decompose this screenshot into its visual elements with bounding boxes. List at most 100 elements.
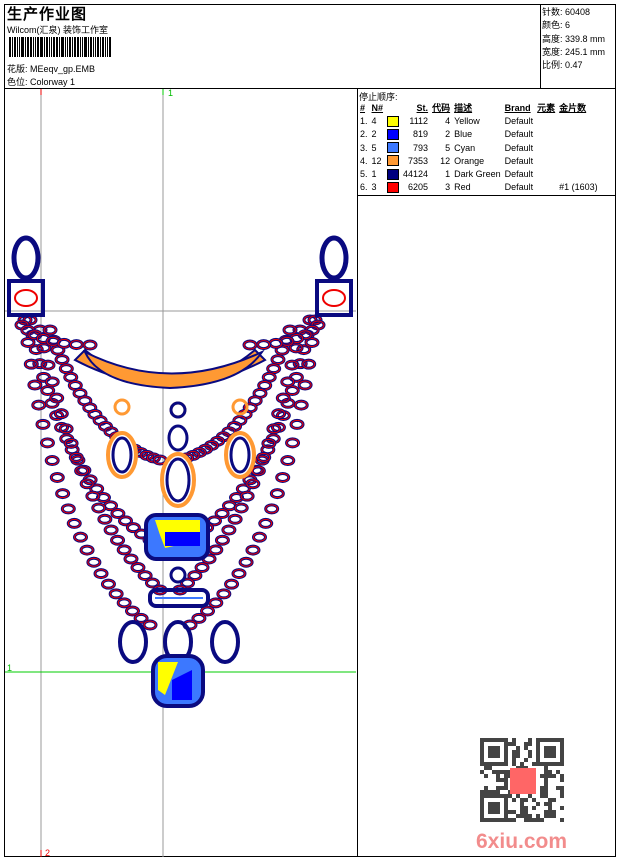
qr-module bbox=[504, 774, 508, 778]
qr-module bbox=[516, 750, 520, 754]
qr-module bbox=[492, 762, 496, 766]
qr-module bbox=[496, 774, 500, 778]
qr-module bbox=[512, 758, 516, 762]
qr-module bbox=[480, 754, 484, 758]
qr-module bbox=[544, 770, 548, 774]
qr-module bbox=[548, 770, 552, 774]
qr-module bbox=[504, 754, 508, 758]
qr-module bbox=[496, 794, 500, 798]
qr-module bbox=[528, 742, 532, 746]
qr-module bbox=[544, 738, 548, 742]
qr-code-watermark bbox=[480, 738, 564, 822]
qr-module bbox=[532, 818, 536, 822]
qr-module bbox=[548, 814, 552, 818]
qr-module bbox=[540, 738, 544, 742]
qr-module bbox=[540, 794, 544, 798]
guide-label-left: 1 bbox=[7, 663, 13, 673]
qr-module bbox=[488, 794, 492, 798]
qr-module bbox=[480, 806, 484, 810]
qr-module bbox=[540, 774, 544, 778]
qr-module bbox=[512, 750, 516, 754]
qr-module bbox=[488, 810, 492, 814]
qr-module bbox=[520, 814, 524, 818]
watermark-text: 6xiu.com bbox=[476, 830, 568, 853]
lower-loop bbox=[118, 620, 148, 664]
qr-module bbox=[540, 786, 544, 790]
qr-module bbox=[540, 762, 544, 766]
qr-module bbox=[524, 814, 528, 818]
qr-module bbox=[536, 802, 540, 806]
qr-module bbox=[532, 798, 536, 802]
qr-module bbox=[560, 750, 564, 754]
guide-label-bottom: 2 bbox=[45, 848, 51, 858]
qr-module bbox=[500, 738, 504, 742]
qr-module bbox=[480, 802, 484, 806]
qr-module bbox=[484, 762, 488, 766]
qr-module bbox=[512, 762, 516, 766]
qr-module bbox=[560, 818, 564, 822]
qr-module bbox=[520, 806, 524, 810]
qr-module bbox=[504, 758, 508, 762]
qr-module bbox=[504, 802, 508, 806]
qr-module bbox=[492, 790, 496, 794]
qr-module bbox=[552, 774, 556, 778]
qr-module bbox=[504, 818, 508, 822]
qr-module bbox=[536, 750, 540, 754]
qr-module bbox=[520, 798, 524, 802]
qr-module bbox=[552, 746, 556, 750]
qr-module bbox=[516, 794, 520, 798]
qr-module bbox=[504, 786, 508, 790]
qr-module bbox=[516, 754, 520, 758]
qr-module bbox=[484, 794, 488, 798]
qr-module bbox=[492, 802, 496, 806]
qr-module bbox=[556, 770, 560, 774]
qr-module bbox=[504, 798, 508, 802]
gem-facet bbox=[165, 532, 200, 546]
qr-module bbox=[528, 794, 532, 798]
qr-module bbox=[512, 742, 516, 746]
qr-module bbox=[528, 818, 532, 822]
qr-module bbox=[524, 758, 528, 762]
qr-module bbox=[496, 786, 500, 790]
qr-module bbox=[480, 810, 484, 814]
qr-module bbox=[480, 738, 484, 742]
qr-module bbox=[480, 746, 484, 750]
qr-module bbox=[480, 750, 484, 754]
qr-module bbox=[536, 746, 540, 750]
qr-module bbox=[528, 754, 532, 758]
top-loop bbox=[11, 235, 41, 281]
qr-module bbox=[500, 786, 504, 790]
qr-module bbox=[480, 742, 484, 746]
qr-module bbox=[544, 774, 548, 778]
qr-module bbox=[492, 794, 496, 798]
qr-module bbox=[484, 818, 488, 822]
qr-module bbox=[488, 806, 492, 810]
qr-module bbox=[560, 778, 564, 782]
qr-module bbox=[544, 750, 548, 754]
qr-module bbox=[560, 746, 564, 750]
qr-module bbox=[524, 798, 528, 802]
qr-module bbox=[512, 738, 516, 742]
qr-module bbox=[496, 810, 500, 814]
qr-module bbox=[496, 762, 500, 766]
top-loop bbox=[319, 235, 349, 281]
qr-module bbox=[480, 794, 484, 798]
qr-module bbox=[560, 790, 564, 794]
qr-module bbox=[544, 790, 548, 794]
seal-icon bbox=[510, 768, 536, 794]
qr-module bbox=[504, 746, 508, 750]
qr-module bbox=[560, 794, 564, 798]
qr-module bbox=[488, 766, 492, 770]
qr-module bbox=[508, 794, 512, 798]
link bbox=[169, 566, 187, 584]
qr-module bbox=[492, 810, 496, 814]
qr-module bbox=[560, 742, 564, 746]
qr-module bbox=[480, 770, 484, 774]
qr-module bbox=[560, 738, 564, 742]
qr-module bbox=[496, 790, 500, 794]
qr-module bbox=[500, 762, 504, 766]
qr-module bbox=[488, 818, 492, 822]
qr-module bbox=[508, 818, 512, 822]
qr-module bbox=[548, 798, 552, 802]
qr-module bbox=[544, 782, 548, 786]
